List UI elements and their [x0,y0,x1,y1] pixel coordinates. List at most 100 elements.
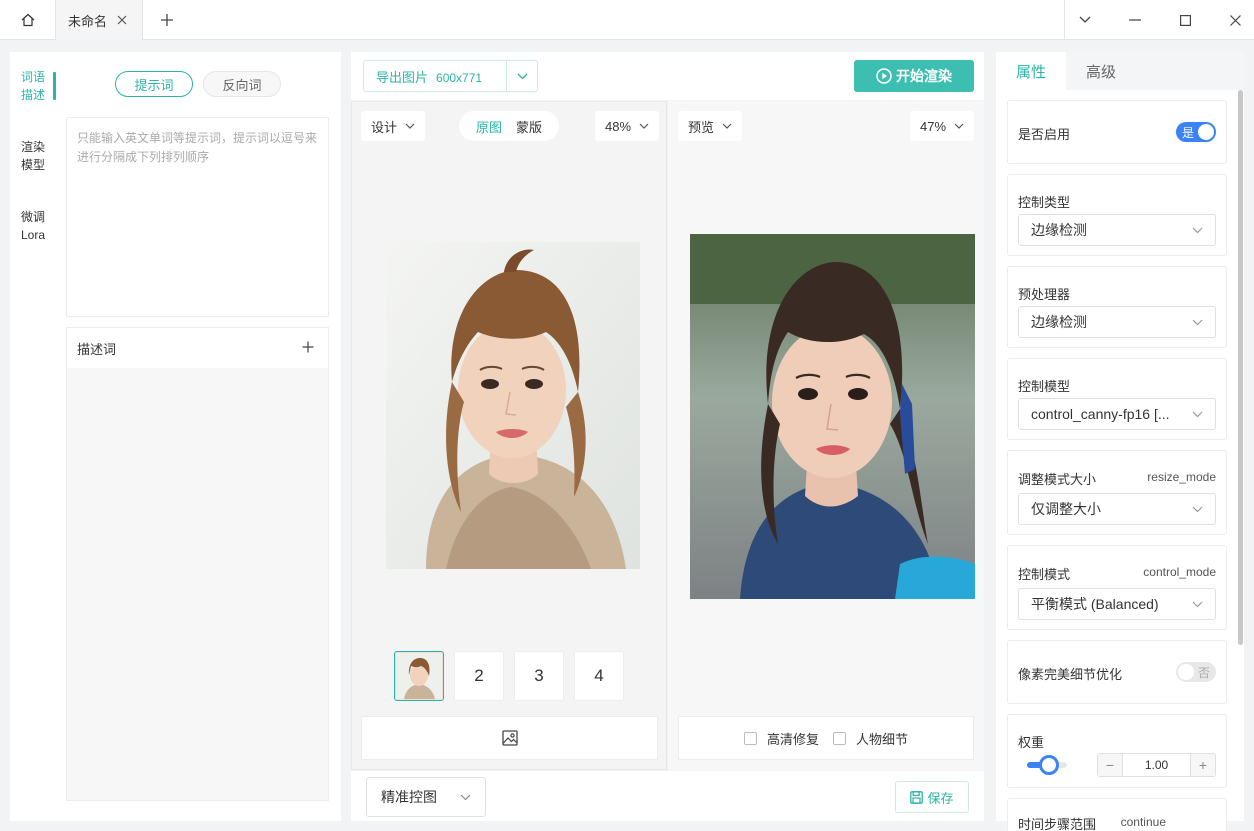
original-image [386,242,640,569]
add-tab-button[interactable] [155,9,179,31]
zoom-left-value: 48% [605,118,632,134]
maximize-button[interactable] [1161,0,1209,40]
pixel-perfect-card: 像素完美细节优化 否 [1007,640,1227,704]
render-label: 开始渲染 [896,68,952,84]
upload-image-bar[interactable] [361,716,658,760]
enable-toggle-text: 是 [1182,125,1195,140]
tab-negative-prompt[interactable]: 反向词 [203,71,281,97]
plus-icon [302,341,314,352]
person-detail-label: 人物细节 [856,731,909,747]
person-detail-checkbox[interactable] [833,731,846,745]
vtab-label: 词语 [20,70,45,84]
thumbnail-image [396,653,442,699]
enable-toggle[interactable]: 是 [1176,122,1216,142]
chevron-down-icon [639,123,649,129]
control-mode-value: 平衡模式 (Balanced) [1031,596,1159,612]
preprocessor-card: 预处理器 边缘检测 [1007,266,1227,348]
hd-fix-label: 高清修复 [766,731,819,747]
add-description-button[interactable] [302,341,314,356]
seg-original[interactable]: 原图 [476,117,502,136]
maximize-icon [1179,14,1191,26]
control-model-select[interactable]: control_canny-fp16 [... [1018,398,1216,430]
tab-prompt[interactable]: 提示词 [115,71,193,97]
control-mode-label: 控制模式 [1018,567,1071,582]
title-bar: 未命名 [0,0,1254,40]
control-model-label: 控制模型 [1018,379,1071,394]
tab-properties[interactable]: 属性 [996,52,1066,90]
vtab-render-model[interactable]: 渲染 模型 [12,138,54,174]
control-type-select[interactable]: 边缘检测 [1018,214,1216,246]
pixel-perfect-toggle[interactable]: 否 [1176,662,1216,682]
vtab-label: 微调 [20,210,45,224]
control-model-card: 控制模型 control_canny-fp16 [... [1007,358,1227,440]
thumbnail-1[interactable] [394,651,444,701]
resize-mode-key: resize_mode [1147,470,1216,484]
chevron-down-icon [1192,319,1203,325]
weight-slider-handle[interactable] [1039,755,1059,775]
mode-select[interactable]: 精准控图 [366,777,486,817]
decrement-button[interactable]: − [1098,754,1122,776]
home-button[interactable] [0,0,56,40]
control-type-card: 控制类型 边缘检测 [1007,174,1227,256]
pixel-perfect-label: 像素完美细节优化 [1018,667,1123,682]
pixel-perfect-toggle-text: 否 [1197,665,1210,680]
chevron-down-icon [954,123,964,129]
preview-dropdown[interactable]: 预览 [678,111,743,141]
toggle-knob [1198,124,1214,140]
vtab-lora[interactable]: 微调 Lora [12,208,54,244]
export-dropdown[interactable] [506,61,537,91]
properties-scrollbar[interactable] [1238,90,1243,645]
minimize-icon [1129,19,1141,21]
tab-advanced[interactable]: 高级 [1066,52,1136,90]
chevron-down-icon [722,123,732,129]
document-tab[interactable]: 未命名 [56,0,143,40]
vtab-word-description[interactable]: 词语 描述 [12,68,54,104]
enable-card: 是否启用 是 [1007,100,1227,164]
timestep-label: 时间步骤范围 [1018,817,1097,831]
control-mode-card: 控制模式 control_mode 平衡模式 (Balanced) [1007,545,1227,630]
zoom-right-value: 47% [920,118,947,134]
zoom-left-dropdown[interactable]: 48% [595,111,660,141]
start-render-button[interactable]: 开始渲染 [854,60,974,92]
thumbnail-4[interactable]: 4 [574,651,624,701]
chevron-down-icon [1192,601,1203,607]
image-icon [501,730,518,746]
vtab-label: 渲染 [20,140,45,154]
resize-mode-label: 调整模式大小 [1018,472,1097,487]
save-button[interactable]: 保存 [895,781,969,813]
chevron-down-icon [1192,227,1203,233]
preview-label: 预览 [688,119,715,135]
thumbnail-3[interactable]: 3 [514,651,564,701]
close-icon [1229,14,1241,26]
weight-label: 权重 [1018,735,1045,750]
enable-label: 是否启用 [1018,127,1071,142]
zoom-right-dropdown[interactable]: 47% [910,111,975,141]
control-mode-select[interactable]: 平衡模式 (Balanced) [1018,588,1216,620]
prompt-input[interactable]: 只能输入英文单词等提示词，提示词以逗号来进行分隔成下列排列顺序 [66,117,329,317]
hd-fix-checkbox[interactable] [743,731,757,745]
seg-mask[interactable]: 蒙版 [516,117,542,136]
weight-slider-track[interactable] [1027,755,1067,775]
design-dropdown[interactable]: 设计 [361,111,426,141]
minimize-button[interactable] [1111,0,1159,40]
resize-mode-value: 仅调整大小 [1031,501,1101,517]
dropdown-button[interactable] [1061,0,1109,40]
weight-stepper: − 1.00 + [1097,753,1216,777]
home-icon [21,13,34,27]
resize-mode-card: 调整模式大小 resize_mode 仅调整大小 [1007,450,1227,535]
weight-value[interactable]: 1.00 [1122,754,1191,776]
close-icon[interactable] [117,15,127,25]
preprocessor-select[interactable]: 边缘检测 [1018,306,1216,338]
export-size: 600x771 [436,70,483,85]
thumbnail-2[interactable]: 2 [454,651,504,701]
plus-icon [161,14,173,26]
chevron-down-icon [1192,411,1203,417]
chevron-down-icon [460,794,471,800]
design-label: 设计 [371,119,398,135]
play-circle-icon [876,68,892,84]
export-image-button[interactable]: 导出图片 600x771 [363,60,538,92]
close-window-button[interactable] [1211,0,1254,40]
description-title: 描述词 [77,341,117,357]
resize-mode-select[interactable]: 仅调整大小 [1018,493,1216,525]
increment-button[interactable]: + [1191,754,1215,776]
